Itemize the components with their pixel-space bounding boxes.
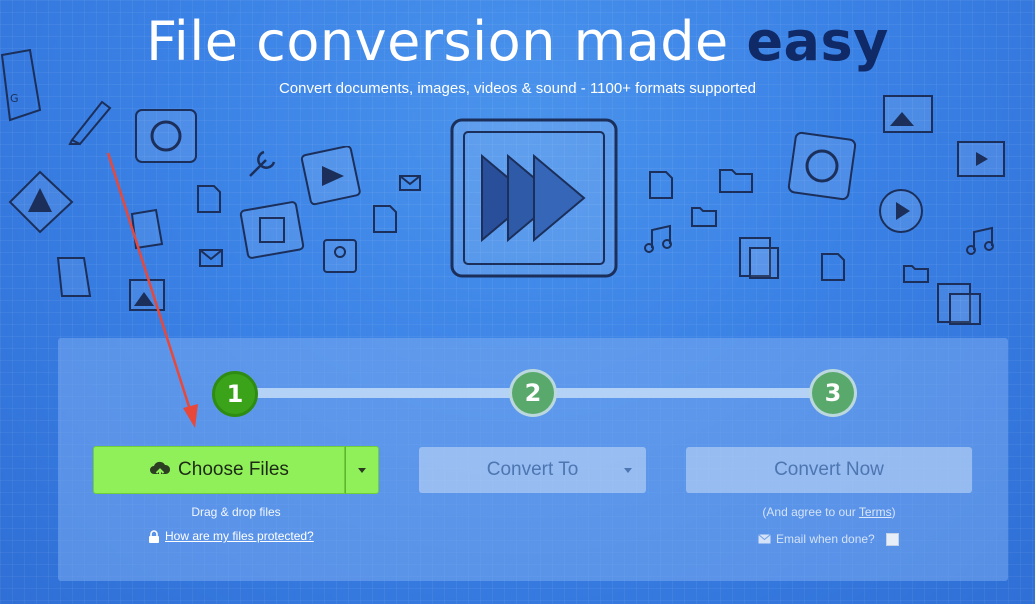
annotation-arrow: [106, 152, 198, 428]
